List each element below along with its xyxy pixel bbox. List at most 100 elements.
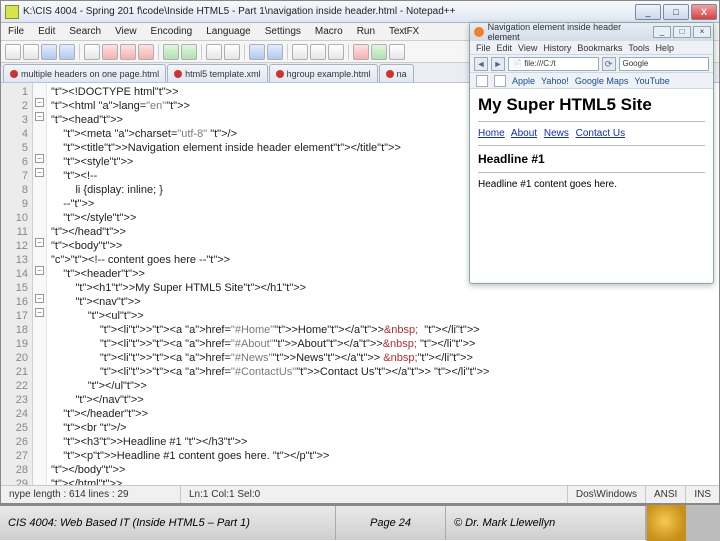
page-h1: My Super HTML5 Site xyxy=(478,95,705,115)
tool-play-icon[interactable] xyxy=(371,44,387,60)
tab-label: hgroup example.html xyxy=(287,69,371,79)
fold-box-icon[interactable]: − xyxy=(35,238,44,247)
tab-dirty-icon xyxy=(10,70,18,78)
menu-file[interactable]: File xyxy=(5,25,27,38)
menu-macro[interactable]: Macro xyxy=(312,25,346,38)
reload-button[interactable]: ⟳ xyxy=(602,57,616,71)
page-paragraph: Headline #1 content goes here. xyxy=(478,179,705,190)
tool-replace-icon[interactable] xyxy=(224,44,240,60)
tool-print-icon[interactable] xyxy=(84,44,100,60)
bw-max-button[interactable]: □ xyxy=(673,26,691,38)
bookmark-icon[interactable] xyxy=(494,75,506,87)
bookmark-link[interactable]: Google Maps xyxy=(575,76,629,86)
status-mode: INS xyxy=(686,486,719,503)
bookmark-link[interactable]: Yahoo! xyxy=(541,76,569,86)
menu-textfx[interactable]: TextFX xyxy=(386,25,422,38)
tool-find-icon[interactable] xyxy=(206,44,222,60)
bmenu-item[interactable]: History xyxy=(543,43,571,53)
search-input[interactable]: Google xyxy=(619,57,710,71)
tool-indent-icon[interactable] xyxy=(328,44,344,60)
close-button[interactable]: X xyxy=(691,4,717,20)
fold-box-icon[interactable]: − xyxy=(35,266,44,275)
back-button[interactable]: ◄ xyxy=(474,57,488,71)
tool-hidden-icon[interactable] xyxy=(310,44,326,60)
bmenu-item[interactable]: View xyxy=(518,43,537,53)
title-bar[interactable]: K:\CIS 4004 - Spring 201 f\code\Inside H… xyxy=(1,1,719,23)
nav-link[interactable]: News xyxy=(544,128,569,139)
menu-settings[interactable]: Settings xyxy=(262,25,304,38)
menu-run[interactable]: Run xyxy=(354,25,378,38)
nav-link[interactable]: Contact Us xyxy=(576,128,625,139)
footer-spacer xyxy=(686,505,720,541)
menu-language[interactable]: Language xyxy=(203,25,254,38)
fold-box-icon[interactable]: − xyxy=(35,294,44,303)
browser-title: Navigation element inside header element xyxy=(488,22,649,42)
slide-footer: CIS 4004: Web Based IT (Inside HTML5 – P… xyxy=(0,504,720,540)
bookmark-link[interactable]: YouTube xyxy=(634,76,669,86)
tool-zoomin-icon[interactable] xyxy=(249,44,265,60)
browser-viewport: My Super HTML5 Site Home About News Cont… xyxy=(470,89,713,281)
bw-min-button[interactable]: _ xyxy=(653,26,671,38)
fold-box-icon[interactable]: − xyxy=(35,154,44,163)
fold-box-icon[interactable]: − xyxy=(35,112,44,121)
tab-dirty-icon xyxy=(386,70,394,78)
tool-saveall-icon[interactable] xyxy=(59,44,75,60)
url-input[interactable]: 📄 file:///C:/t xyxy=(508,57,599,71)
file-tab[interactable]: multiple headers on one page.html xyxy=(3,64,166,82)
tab-label: html5 template.xml xyxy=(185,69,261,79)
browser-nav-toolbar: ◄ ► 📄 file:///C:/t ⟳ Google xyxy=(470,55,713,73)
bmenu-item[interactable]: Bookmarks xyxy=(577,43,622,53)
forward-button[interactable]: ► xyxy=(491,57,505,71)
toolbar-sep xyxy=(244,44,245,60)
tool-paste-icon[interactable] xyxy=(138,44,154,60)
status-position: Ln:1 Col:1 Sel:0 xyxy=(181,486,568,503)
page-nav: Home About News Contact Us xyxy=(478,128,705,139)
tool-record-icon[interactable] xyxy=(353,44,369,60)
nav-link[interactable]: Home xyxy=(478,128,505,139)
menu-encoding[interactable]: Encoding xyxy=(148,25,196,38)
fold-margin[interactable]: − − − − − − − − xyxy=(33,83,47,485)
status-encoding: ANSI xyxy=(646,486,686,503)
tool-zoomout-icon[interactable] xyxy=(267,44,283,60)
browser-titlebar[interactable]: Navigation element inside header element… xyxy=(470,23,713,41)
footer-page: Page 24 xyxy=(336,506,446,540)
page-h3: Headline #1 xyxy=(478,152,705,166)
maximize-button[interactable]: □ xyxy=(663,4,689,20)
divider xyxy=(478,121,705,122)
status-eol: Dos\Windows xyxy=(568,486,646,503)
menu-view[interactable]: View xyxy=(112,25,140,38)
menu-edit[interactable]: Edit xyxy=(35,25,58,38)
tool-open-icon[interactable] xyxy=(23,44,39,60)
nav-link[interactable]: About xyxy=(511,128,537,139)
minimize-button[interactable]: _ xyxy=(635,4,661,20)
fold-box-icon[interactable]: − xyxy=(35,308,44,317)
bookmark-icon[interactable] xyxy=(476,75,488,87)
window-title: K:\CIS 4004 - Spring 201 f\code\Inside H… xyxy=(23,6,635,17)
bmenu-item[interactable]: Tools xyxy=(628,43,649,53)
menu-search[interactable]: Search xyxy=(66,25,104,38)
toolbar-sep xyxy=(79,44,80,60)
tool-new-icon[interactable] xyxy=(5,44,21,60)
file-tab[interactable]: na xyxy=(379,64,414,82)
fold-box-icon[interactable]: − xyxy=(35,168,44,177)
file-tab[interactable]: hgroup example.html xyxy=(269,64,378,82)
bookmark-link[interactable]: Apple xyxy=(512,76,535,86)
bw-close-button[interactable]: × xyxy=(693,26,711,38)
line-gutter: 1234567891011121314151617181920212223242… xyxy=(1,83,33,485)
bmenu-item[interactable]: Help xyxy=(655,43,674,53)
bmenu-item[interactable]: File xyxy=(476,43,491,53)
tool-redo-icon[interactable] xyxy=(181,44,197,60)
ucf-logo-icon xyxy=(646,505,686,541)
file-tab[interactable]: html5 template.xml xyxy=(167,64,268,82)
fold-box-icon[interactable]: − xyxy=(35,98,44,107)
tool-stop-icon[interactable] xyxy=(389,44,405,60)
tool-wrap-icon[interactable] xyxy=(292,44,308,60)
tool-save-icon[interactable] xyxy=(41,44,57,60)
toolbar-sep xyxy=(287,44,288,60)
bmenu-item[interactable]: Edit xyxy=(497,43,513,53)
tab-dirty-icon xyxy=(276,70,284,78)
toolbar-sep xyxy=(201,44,202,60)
tool-cut-icon[interactable] xyxy=(102,44,118,60)
tool-undo-icon[interactable] xyxy=(163,44,179,60)
tool-copy-icon[interactable] xyxy=(120,44,136,60)
